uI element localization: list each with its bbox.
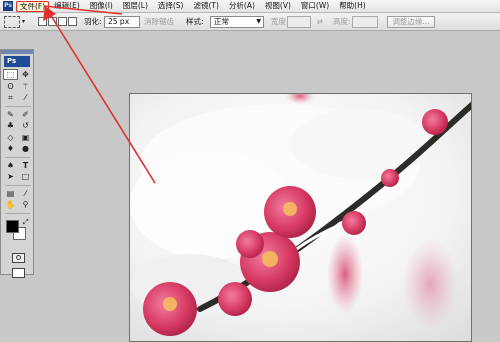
crop-icon[interactable]: ⌗ [3,92,18,103]
width-label: 宽度: [271,17,289,26]
shape-icon[interactable]: □ [18,171,33,182]
intersect-selection-icon[interactable] [68,17,77,26]
swap-icon[interactable]: ⇄ [317,16,323,28]
style-select-value: 正常 [214,17,229,26]
document-canvas[interactable] [129,93,472,342]
menu-layer[interactable]: 图层(L) [118,0,153,12]
style-select[interactable]: 正常 ▼ [210,16,264,28]
ps-logo: Ps [4,56,30,67]
new-selection-icon[interactable] [38,17,47,26]
foreground-color-swatch[interactable] [6,219,19,233]
hand-icon[interactable]: ✋ [3,199,18,210]
feather-input[interactable]: 25 px [104,16,140,28]
pen-icon[interactable]: ♠ [3,160,18,171]
menu-image[interactable]: 图像(I) [85,0,118,12]
color-swatches: ⤢ [3,216,33,250]
gradient-icon[interactable]: ▣ [18,132,33,143]
zoom-icon[interactable]: ⚲ [18,199,33,210]
menu-analysis[interactable]: 分析(A) [224,0,260,12]
path-select-icon[interactable]: ➤ [3,171,18,182]
dodge-icon[interactable]: ● [18,143,33,154]
chevron-down-icon[interactable]: ▾ [22,16,25,28]
refine-edge-button[interactable]: 调整边缘... [387,16,435,28]
eyedropper-icon[interactable]: ⁄ [18,92,33,103]
chevron-down-icon: ▼ [256,18,261,25]
clone-stamp-icon[interactable]: ♣ [3,120,18,131]
move-icon[interactable]: ✥ [18,69,33,80]
menu-file[interactable]: 文件(F) [16,0,50,12]
menu-window[interactable]: 窗口(W) [296,0,334,12]
menu-view[interactable]: 视图(V) [260,0,296,12]
healing-brush-icon[interactable]: ✎ [3,109,18,120]
blur-icon[interactable]: ♦ [3,143,18,154]
antialias-checkbox[interactable]: 消除锯齿 [144,16,174,28]
lasso-icon[interactable]: ʘ [3,81,18,92]
history-brush-icon[interactable]: ↺ [18,120,33,131]
subtract-selection-icon[interactable] [58,17,67,26]
screen-mode-icon [11,267,25,278]
height-input[interactable] [352,16,378,28]
options-bar: ▾ 羽化: 25 px 消除锯齿 样式: 正常 ▼ 宽度: ⇄ 高度: 调整边缘.… [0,13,500,31]
menu-help[interactable]: 帮助(H) [334,0,371,12]
feather-label: 羽化: [84,17,102,26]
quick-mask-button[interactable] [3,250,33,266]
eraser-icon[interactable]: ◇ [3,132,18,143]
antialias-label: 消除锯齿 [144,17,174,26]
height-label: 高度: [333,17,351,26]
width-input[interactable] [287,16,311,28]
app-icon: Ps [3,1,13,11]
style-label: 样式: [186,17,204,26]
magic-wand-icon[interactable]: ⚚ [18,81,33,92]
type-icon[interactable]: T [18,160,33,171]
toolbox: Ps ⬚ ✥ ʘ ⚚ ⌗ ⁄ ✎ ✐ ♣ ↺ ◇ ▣ ♦ ● ♠ T ➤ □ ▤ ⁄ ✋ ⚲ ⤢ [0,49,34,278]
brush-icon[interactable]: ✐ [18,109,33,120]
marquee-tool-preset-icon[interactable] [4,16,20,28]
swap-colors-icon[interactable]: ⤢ [23,218,29,227]
rect-marquee-icon[interactable]: ⬚ [3,69,18,80]
menu-filter[interactable]: 滤镜(T) [189,0,224,12]
add-selection-icon[interactable] [48,17,57,26]
notes-icon[interactable]: ▤ [3,188,18,199]
menu-edit[interactable]: 编辑(E) [49,0,85,12]
menu-select[interactable]: 选择(S) [153,0,189,12]
plum-blossom-snow-image [130,94,471,341]
toolbox-titlebar[interactable] [1,50,33,54]
screen-mode-button[interactable] [3,266,33,280]
eyedropper-icon[interactable]: ⁄ [18,188,33,199]
menu-bar: Ps 文件(F) 编辑(E) 图像(I) 图层(L) 选择(S) 滤镜(T) 分… [0,0,500,13]
quick-mask-icon [11,252,25,263]
